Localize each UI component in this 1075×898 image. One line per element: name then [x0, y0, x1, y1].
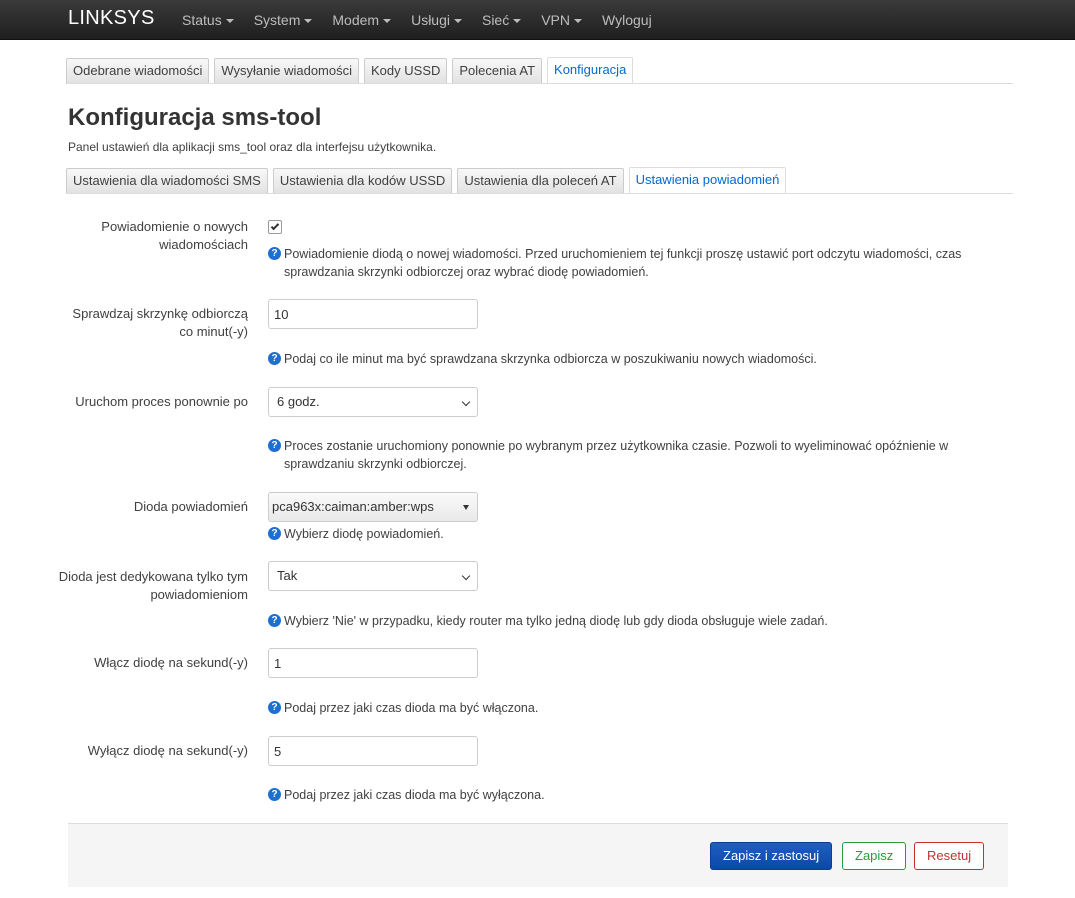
- led-dedicated-help: ? Wybierz 'Nie' w przypadku, kiedy route…: [268, 612, 1008, 630]
- help-icon: ?: [268, 527, 281, 540]
- save-apply-button[interactable]: Zapisz i zastosuj: [710, 842, 833, 870]
- main-menu: Status System Modem Usługi Sieć VPN Wylo…: [182, 0, 672, 40]
- checkmark-icon: [270, 221, 280, 231]
- nav-item-status[interactable]: Status: [182, 0, 234, 40]
- nav-item-network[interactable]: Sieć: [482, 0, 522, 40]
- chevron-down-icon: [461, 571, 471, 581]
- tab-notification-settings[interactable]: Ustawienia powiadomień: [628, 167, 787, 193]
- caret-down-icon: [225, 19, 234, 24]
- led-dedicated-value: Tak: [277, 568, 298, 583]
- main-tabs: Odebrane wiadomości Wysyłanie wiadomości…: [66, 57, 1013, 84]
- nav-item-vpn[interactable]: VPN: [541, 0, 583, 40]
- notify-new-label: Powiadomienie o nowych wiadomościach: [101, 219, 248, 252]
- page-description: Panel ustawień dla aplikacji sms_tool or…: [68, 140, 437, 154]
- tab-configuration[interactable]: Konfiguracja: [547, 57, 634, 83]
- triangle-down-icon: [463, 505, 469, 510]
- led-off-input[interactable]: [268, 736, 478, 766]
- caret-down-icon: [304, 19, 313, 24]
- tab-send-messages[interactable]: Wysyłanie wiadomości: [214, 58, 360, 83]
- nav-item-services[interactable]: Usługi: [411, 0, 462, 40]
- nav-item-modem[interactable]: Modem: [332, 0, 392, 40]
- led-on-input[interactable]: [268, 648, 478, 678]
- caret-down-icon: [383, 19, 392, 24]
- caret-down-icon: [574, 19, 583, 24]
- settings-tabs: Ustawienia dla wiadomości SMS Ustawienia…: [66, 167, 1013, 194]
- check-inbox-help: ? Podaj co ile minut ma być sprawdzana s…: [268, 350, 1008, 368]
- led-label: Dioda powiadomień: [133, 499, 248, 514]
- reset-button[interactable]: Resetuj: [914, 842, 985, 870]
- restart-after-select[interactable]: 6 godz.: [268, 387, 478, 417]
- top-navbar: LINKSYS Status System Modem Usługi Sieć …: [0, 0, 1075, 40]
- help-icon: ?: [268, 614, 281, 627]
- led-select[interactable]: pca963x:caiman:amber:wps: [268, 492, 478, 522]
- led-value: pca963x:caiman:amber:wps: [272, 499, 434, 514]
- notify-new-checkbox[interactable]: [268, 220, 282, 234]
- check-inbox-input[interactable]: [268, 299, 478, 329]
- tab-at-commands[interactable]: Polecenia AT: [452, 58, 543, 83]
- page-title: Konfiguracja sms-tool: [68, 104, 322, 131]
- led-off-label: Wyłącz diodę na sekund(-y): [87, 743, 248, 758]
- led-off-help: ? Podaj przez jaki czas dioda ma być wył…: [268, 786, 1008, 804]
- caret-down-icon: [453, 19, 462, 24]
- led-on-help: ? Podaj przez jaki czas dioda ma być włą…: [268, 699, 1008, 717]
- tab-ussd-codes[interactable]: Kody USSD: [364, 58, 448, 83]
- led-dedicated-label: Dioda jest dedykowana tylko tym powiadom…: [58, 569, 248, 602]
- action-bar: Zapisz i zastosuj Zapisz Resetuj: [68, 823, 1008, 887]
- save-button[interactable]: Zapisz: [842, 842, 907, 870]
- restart-after-label: Uruchom proces ponownie po: [75, 394, 248, 409]
- chevron-down-icon: [461, 397, 471, 407]
- brand-logo[interactable]: LINKSYS: [68, 7, 155, 30]
- tab-received-messages[interactable]: Odebrane wiadomości: [66, 58, 210, 83]
- nav-item-logout[interactable]: Wyloguj: [602, 0, 652, 40]
- tab-ussd-settings[interactable]: Ustawienia dla kodów USSD: [272, 168, 453, 193]
- help-icon: ?: [268, 352, 281, 365]
- help-icon: ?: [268, 701, 281, 714]
- check-inbox-label: Sprawdzaj skrzynkę odbiorczą co minut(-y…: [72, 306, 248, 339]
- help-icon: ?: [268, 247, 281, 260]
- notify-new-help: ? Powiadomienie diodą o nowej wiadomości…: [268, 245, 1008, 281]
- restart-after-help: ? Proces zostanie uruchomiony ponownie p…: [268, 437, 1008, 473]
- help-icon: ?: [268, 439, 281, 452]
- led-help: ? Wybierz diodę powiadomień.: [268, 525, 1008, 543]
- nav-item-system[interactable]: System: [254, 0, 313, 40]
- tab-sms-settings[interactable]: Ustawienia dla wiadomości SMS: [66, 168, 268, 193]
- caret-down-icon: [513, 19, 522, 24]
- restart-after-value: 6 godz.: [277, 394, 320, 409]
- help-icon: ?: [268, 788, 281, 801]
- tab-at-settings[interactable]: Ustawienia dla poleceń AT: [457, 168, 624, 193]
- led-on-label: Włącz diodę na sekund(-y): [94, 655, 248, 670]
- led-dedicated-select[interactable]: Tak: [268, 561, 478, 591]
